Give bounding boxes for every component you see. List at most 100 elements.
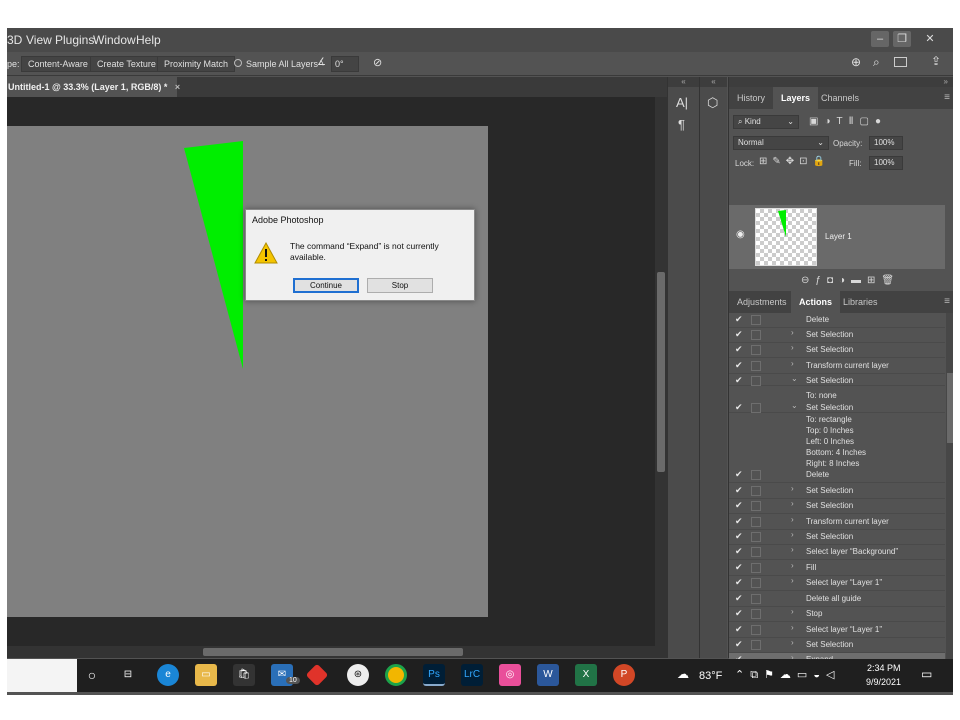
- action-row[interactable]: ✔ Delete all guide: [729, 592, 945, 607]
- twirl-icon[interactable]: ›: [791, 328, 794, 337]
- document-tab[interactable]: Untitled-1 @ 33.3% (Layer 1, RGB/8) * ×: [7, 77, 180, 97]
- tab-layers[interactable]: Layers: [773, 87, 819, 109]
- powerpoint-icon[interactable]: P: [613, 664, 635, 686]
- dialog-toggle-box[interactable]: [751, 578, 761, 588]
- taskbar-search-box[interactable]: [7, 659, 77, 692]
- continue-button[interactable]: Continue: [293, 278, 359, 293]
- export-icon[interactable]: ⇪: [931, 54, 941, 68]
- sample-all-layers-checkbox[interactable]: [234, 59, 242, 67]
- share-icon[interactable]: ⊕: [851, 55, 861, 69]
- twirl-icon[interactable]: ›: [791, 576, 794, 585]
- content-aware-button[interactable]: Content-Aware: [21, 56, 95, 72]
- minimize-icon[interactable]: –: [871, 31, 889, 47]
- dialog-toggle-box[interactable]: [751, 330, 761, 340]
- twirl-icon[interactable]: ›: [791, 638, 794, 647]
- close-icon[interactable]: ✕: [921, 31, 939, 47]
- action-toggle-check-icon[interactable]: ✔: [735, 344, 747, 355]
- workspace-icon[interactable]: [894, 57, 907, 67]
- collapse-icon[interactable]: «: [700, 77, 727, 87]
- action-row[interactable]: ✔ Delete: [729, 313, 945, 328]
- tab-actions[interactable]: Actions: [791, 291, 841, 313]
- vertical-scroll-thumb[interactable]: [657, 272, 665, 472]
- dialog-toggle-box[interactable]: [751, 547, 761, 557]
- twirl-icon[interactable]: ›: [791, 530, 794, 539]
- action-toggle-check-icon[interactable]: ✔: [735, 402, 747, 413]
- twirl-icon[interactable]: ›: [791, 607, 794, 616]
- actions-scrollbar[interactable]: [946, 313, 953, 669]
- dialog-toggle-box[interactable]: [751, 403, 761, 413]
- action-row[interactable]: ✔ ⌄ Set Selection: [729, 401, 945, 413]
- restore-icon[interactable]: ❐: [893, 31, 911, 47]
- character-icon[interactable]: A|: [676, 95, 688, 110]
- action-toggle-check-icon[interactable]: ✔: [735, 531, 747, 542]
- action-row[interactable]: ✔ › Fill: [729, 561, 945, 576]
- layer-row[interactable]: ◉ Layer 1: [729, 205, 945, 269]
- action-toggle-check-icon[interactable]: ✔: [735, 546, 747, 557]
- action-toggle-check-icon[interactable]: ✔: [735, 577, 747, 588]
- stop-button[interactable]: Stop: [367, 278, 433, 293]
- dialog-toggle-box[interactable]: [751, 345, 761, 355]
- tab-libraries[interactable]: Libraries: [835, 291, 886, 313]
- layer-filter-select[interactable]: ⌕ Kind ⌄: [733, 115, 799, 129]
- panel-menu-icon[interactable]: ≡: [944, 291, 950, 313]
- dialog-toggle-box[interactable]: [751, 625, 761, 635]
- layer-name[interactable]: Layer 1: [825, 232, 852, 241]
- action-row[interactable]: ✔ › Select layer “Layer 1”: [729, 623, 945, 638]
- tab-history[interactable]: History: [729, 87, 773, 109]
- menu-plugins[interactable]: Plugins: [55, 33, 94, 47]
- horizontal-scrollbar[interactable]: [7, 646, 667, 658]
- file-explorer-icon[interactable]: ▭: [195, 664, 217, 686]
- action-toggle-check-icon[interactable]: ✔: [735, 314, 747, 325]
- collapse-icon[interactable]: «: [668, 77, 699, 87]
- menu-window[interactable]: Window: [93, 33, 136, 47]
- task-view-icon[interactable]: ⊟: [117, 664, 139, 686]
- twirl-icon[interactable]: ›: [791, 343, 794, 352]
- horizontal-scroll-thumb[interactable]: [203, 648, 463, 656]
- creative-cloud-icon[interactable]: ◎: [499, 664, 521, 686]
- word-icon[interactable]: W: [537, 664, 559, 686]
- action-toggle-check-icon[interactable]: ✔: [735, 624, 747, 635]
- photoshop-taskbar-icon[interactable]: Ps: [423, 664, 445, 686]
- visibility-eye-icon[interactable]: ◉: [736, 229, 745, 240]
- edge-icon[interactable]: e: [157, 664, 179, 686]
- menu-3d[interactable]: 3D: [7, 33, 22, 47]
- layer-footer-icons[interactable]: ⊖ƒ◘◑▬⊞🗑: [801, 275, 900, 286]
- clock-date[interactable]: 9/9/2021: [866, 677, 901, 687]
- action-row[interactable]: ✔ › Set Selection: [729, 484, 945, 499]
- action-toggle-check-icon[interactable]: ✔: [735, 360, 747, 371]
- weather-temp[interactable]: 83°F: [699, 670, 722, 682]
- menu-view[interactable]: View: [26, 33, 52, 47]
- dialog-toggle-box[interactable]: [751, 501, 761, 511]
- dialog-toggle-box[interactable]: [751, 315, 761, 325]
- twirl-icon[interactable]: ›: [791, 623, 794, 632]
- action-row[interactable]: ✔ ⌄ Set Selection: [729, 374, 945, 386]
- collapse-icon[interactable]: »: [729, 77, 953, 87]
- opacity-input[interactable]: 100%: [869, 136, 903, 150]
- dialog-toggle-box[interactable]: [751, 532, 761, 542]
- dialog-toggle-box[interactable]: [751, 470, 761, 480]
- action-toggle-check-icon[interactable]: ✔: [735, 639, 747, 650]
- tab-channels[interactable]: Channels: [813, 87, 867, 109]
- twirl-icon[interactable]: ⌄: [791, 401, 798, 410]
- pressure-icon[interactable]: ⊘: [373, 56, 382, 69]
- weather-icon[interactable]: ☁: [677, 667, 689, 681]
- action-toggle-check-icon[interactable]: ✔: [735, 485, 747, 496]
- action-toggle-check-icon[interactable]: ✔: [735, 562, 747, 573]
- cortana-icon[interactable]: ○: [81, 664, 103, 686]
- action-toggle-check-icon[interactable]: ✔: [735, 593, 747, 604]
- action-toggle-check-icon[interactable]: ✔: [735, 500, 747, 511]
- twirl-icon[interactable]: ›: [791, 499, 794, 508]
- app-diamond-icon[interactable]: [305, 663, 329, 687]
- dialog-toggle-box[interactable]: [751, 376, 761, 386]
- action-row[interactable]: ✔ › Set Selection: [729, 499, 945, 514]
- twirl-icon[interactable]: ›: [791, 515, 794, 524]
- proximity-match-button[interactable]: Proximity Match: [157, 56, 236, 72]
- action-row[interactable]: ✔ › Transform current layer: [729, 359, 945, 374]
- excel-icon[interactable]: X: [575, 664, 597, 686]
- action-row[interactable]: ✔ › Set Selection: [729, 343, 945, 358]
- action-toggle-check-icon[interactable]: ✔: [735, 469, 747, 480]
- action-toggle-check-icon[interactable]: ✔: [735, 608, 747, 619]
- chrome-icon[interactable]: [385, 664, 407, 686]
- document-canvas[interactable]: [7, 126, 488, 617]
- dialog-toggle-box[interactable]: [751, 609, 761, 619]
